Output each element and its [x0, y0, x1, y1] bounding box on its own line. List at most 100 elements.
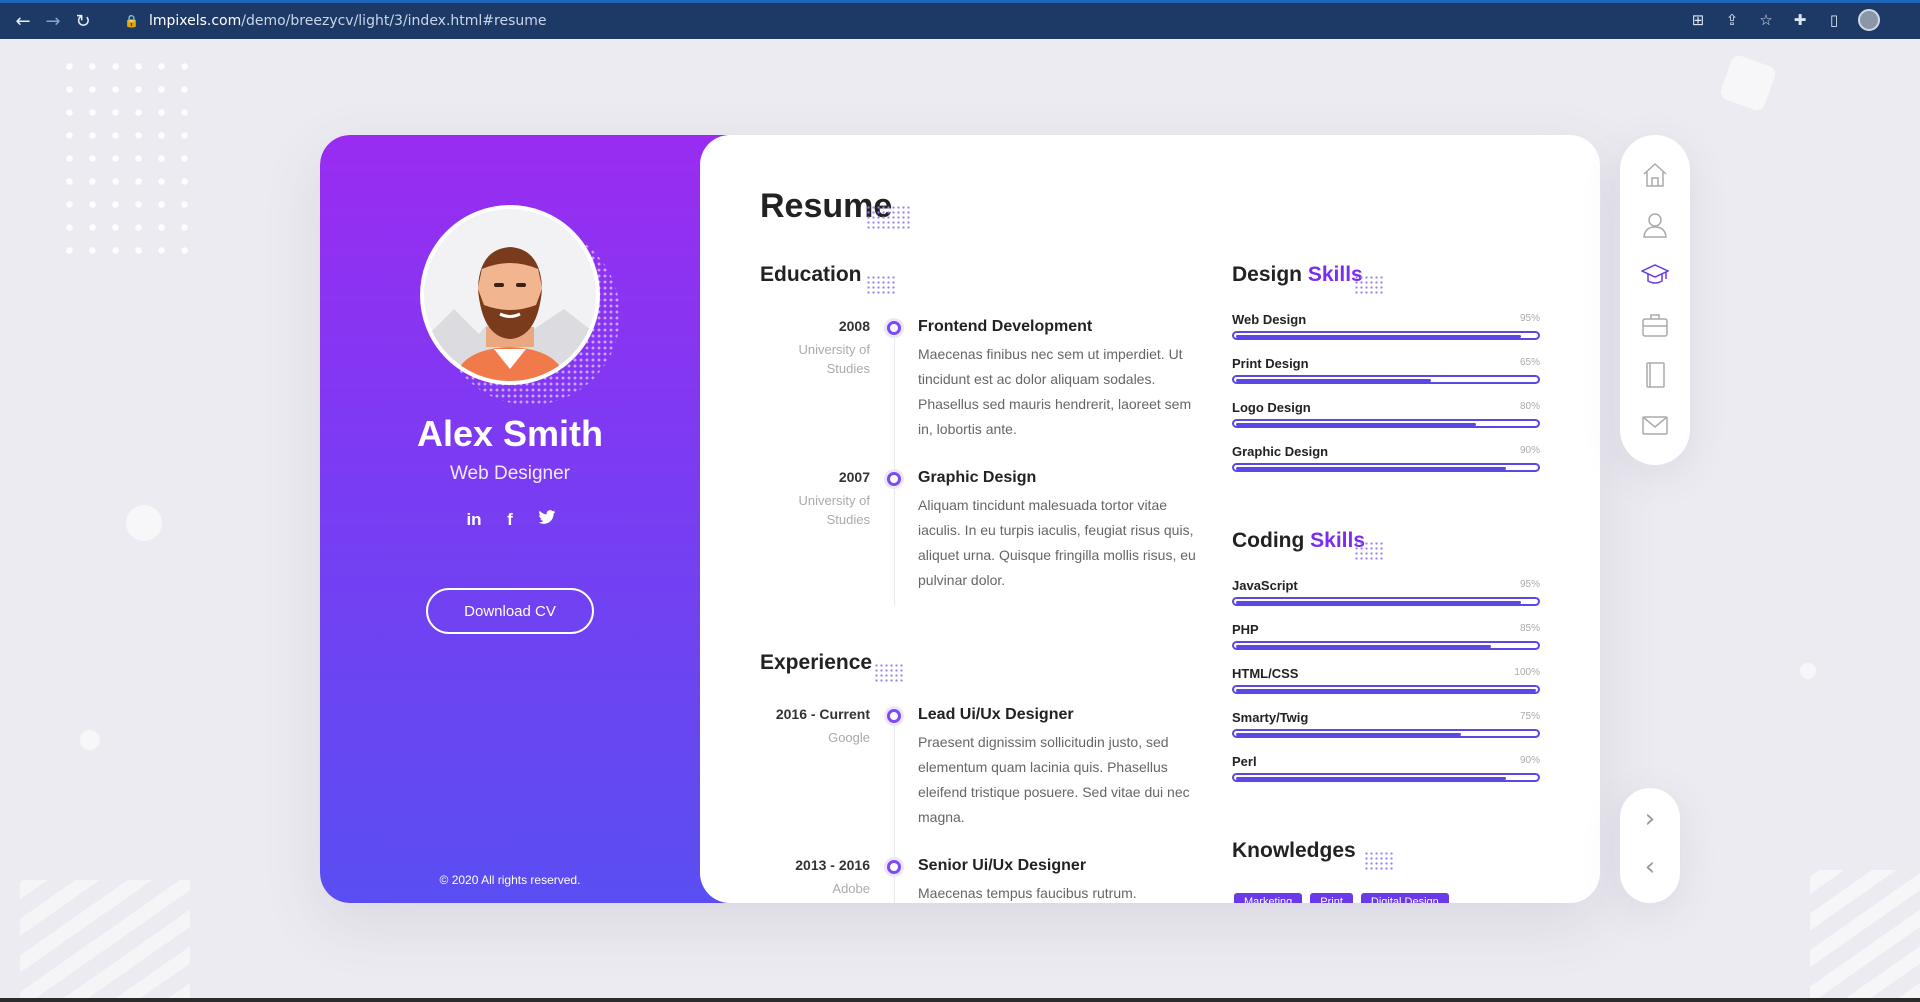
experience-item: 2016 - Current Google Lead Ui/Ux Designe…: [760, 706, 1200, 856]
timeline-dot: [887, 709, 901, 723]
background-circle: [80, 730, 100, 750]
timeline-dot: [887, 472, 901, 486]
timeline-heading: Frontend Development: [918, 318, 1093, 335]
skill-percent: 65%: [1519, 357, 1540, 368]
knowledge-tag: Print: [1310, 893, 1353, 903]
skill-percent: 75%: [1519, 711, 1540, 722]
extensions-icon[interactable]: ✚: [1790, 10, 1810, 30]
profile-panel: Alex Smith Web Designer in f Download CV…: [320, 135, 740, 903]
bearded-man-illustration: [424, 247, 596, 381]
skill-percent: 90%: [1519, 445, 1540, 456]
avatar: [420, 205, 600, 385]
skill-name: Smarty/Twig: [1232, 710, 1309, 725]
skill-bar-fill: [1236, 601, 1521, 604]
copyright-text: © 2020 All rights reserved.: [439, 873, 581, 887]
skill-bar-fill: [1236, 777, 1506, 780]
skill-bar: [1232, 375, 1540, 384]
education-title: Education: [760, 263, 862, 286]
timeline-year: 2016 - Current: [775, 706, 870, 722]
skill-name: Perl: [1232, 754, 1257, 769]
timeline-dot: [887, 860, 901, 874]
linkedin-icon[interactable]: in: [466, 510, 482, 530]
reload-icon[interactable]: ↻: [68, 6, 98, 36]
skill-name: Logo Design: [1232, 400, 1311, 415]
user-icon[interactable]: [1641, 211, 1669, 239]
education-item: 2007 University of Studies Graphic Desig…: [760, 469, 1200, 619]
timeline-year: 2008: [838, 318, 870, 334]
design-skills-word: Design: [1232, 263, 1303, 286]
heading-dot-pattern: [1354, 541, 1384, 561]
next-arrow-icon[interactable]: ›: [1620, 804, 1680, 834]
background-dot-pattern: [58, 55, 188, 255]
background-stripes: [20, 880, 190, 1000]
url-path: /demo/breezycv/light/3/index.html#resume: [241, 13, 547, 29]
background-stripes: [1810, 870, 1920, 1000]
heading-dot-pattern: [1354, 275, 1384, 295]
skill-name: Graphic Design: [1232, 444, 1329, 459]
timeline-place: Google: [828, 730, 870, 745]
skill-percent: 95%: [1519, 313, 1540, 324]
graduation-cap-icon[interactable]: [1641, 261, 1669, 289]
lock-icon: 🔒: [124, 14, 139, 28]
heading-dot-pattern: [874, 663, 904, 683]
timeline-heading: Senior Ui/Ux Designer: [918, 857, 1087, 874]
avatar-wrapper: [420, 205, 620, 405]
timeline-text: Praesent dignissim sollicitudin justo, s…: [918, 734, 1190, 825]
briefcase-icon[interactable]: [1641, 311, 1669, 339]
timeline-place: Adobe: [832, 881, 870, 896]
skill-name: JavaScript: [1232, 578, 1298, 593]
skill-bar: [1232, 419, 1540, 428]
sidebar-icon[interactable]: ▯: [1824, 10, 1844, 30]
timeline-place: University of Studies: [798, 342, 870, 376]
skill-bar: [1232, 773, 1540, 782]
envelope-icon[interactable]: [1641, 411, 1669, 439]
skill-bar: [1232, 641, 1540, 650]
background-circle: [126, 505, 162, 541]
profile-name: Alex Smith: [416, 413, 604, 454]
screen-bottom-edge: [0, 998, 1920, 1002]
url-host: lmpixels.com: [148, 13, 242, 29]
background-square: [1718, 53, 1778, 113]
skill-name: PHP: [1232, 622, 1259, 637]
back-arrow-icon[interactable]: ←: [8, 6, 38, 36]
timeline-heading: Lead Ui/Ux Designer: [918, 706, 1074, 723]
background-circle: [1800, 663, 1816, 679]
address-bar[interactable]: 🔒 lmpixels.com/demo/breezycv/light/3/ind…: [112, 7, 1642, 35]
skill-name: Print Design: [1232, 356, 1309, 371]
timeline-text: Maecenas finibus nec sem ut imperdiet. U…: [918, 346, 1192, 437]
book-icon[interactable]: [1641, 361, 1669, 389]
profile-avatar-icon[interactable]: [1858, 9, 1880, 31]
skill-bar-fill: [1236, 467, 1506, 470]
translate-icon[interactable]: ⊞: [1688, 10, 1708, 30]
skill-bar-fill: [1236, 733, 1461, 736]
bookmark-star-icon[interactable]: ☆: [1756, 10, 1776, 30]
timeline-text: Maecenas tempus faucibus rutrum.: [918, 885, 1137, 901]
timeline-year: 2013 - 2016: [795, 857, 870, 873]
skill-name: Web Design: [1232, 312, 1307, 327]
browser-toolbar: ← → ↻ 🔒 lmpixels.com/demo/breezycv/light…: [0, 0, 1920, 39]
experience-item: 2013 - 2016 Adobe Senior Ui/Ux Designer …: [760, 857, 1200, 903]
coding-skills-word: Coding: [1232, 529, 1305, 552]
timeline-text: Aliquam tincidunt malesuada tortor vitae…: [918, 497, 1196, 588]
title-dot-pattern: [866, 205, 912, 231]
profile-role: Web Designer: [449, 463, 571, 484]
design-skills-title: Design Skills: [1232, 263, 1363, 287]
share-icon[interactable]: ⇪: [1722, 10, 1742, 30]
download-cv-button[interactable]: Download CV: [426, 588, 594, 634]
prev-arrow-icon[interactable]: ‹: [1620, 852, 1680, 882]
facebook-icon[interactable]: f: [502, 510, 518, 530]
education-item: 2008 University of Studies Frontend Deve…: [760, 318, 1200, 468]
forward-arrow-icon[interactable]: →: [38, 6, 68, 36]
coding-skills-title: Coding Skills: [1232, 529, 1365, 553]
skill-percent: 95%: [1519, 579, 1540, 590]
skill-bar: [1232, 597, 1540, 606]
twitter-icon[interactable]: [538, 510, 556, 530]
home-icon[interactable]: [1641, 161, 1669, 189]
knowledge-tag: Marketing: [1234, 893, 1303, 903]
skill-name: HTML/CSS: [1232, 666, 1299, 681]
knowledge-tags: Marketing Print Digital Design: [1234, 893, 1449, 903]
timeline-heading: Graphic Design: [918, 469, 1037, 486]
heading-dot-pattern: [866, 275, 896, 295]
resume-content: Resume Education 2008 University of Stud…: [700, 135, 1600, 903]
skill-percent: 80%: [1519, 401, 1540, 412]
